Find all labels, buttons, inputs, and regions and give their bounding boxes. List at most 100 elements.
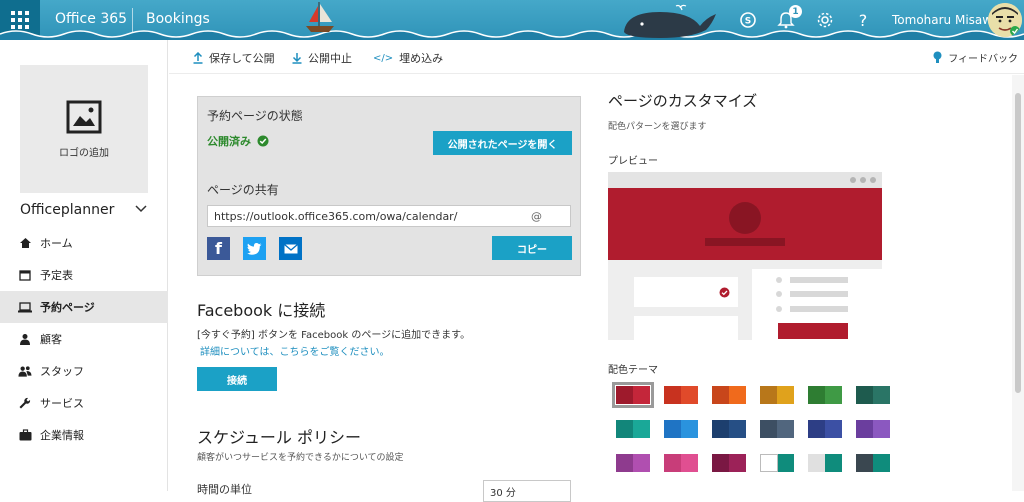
color-theme-swatch[interactable] <box>855 385 891 405</box>
sidebar-item-booking-page[interactable]: 予約ページ <box>0 291 168 323</box>
open-published-page-button[interactable]: 公開されたページを開く <box>433 131 572 155</box>
image-icon <box>66 100 102 133</box>
skype-icon[interactable]: S <box>736 8 760 32</box>
feedback-button[interactable]: フィードバック <box>933 50 1018 65</box>
waffle-icon <box>11 11 29 29</box>
twitter-share-icon[interactable] <box>243 237 266 260</box>
preview-details-card <box>752 269 882 340</box>
color-theme-swatch[interactable] <box>855 453 891 473</box>
sailboat-decoration <box>306 2 334 32</box>
office365-brand[interactable]: Office 365 <box>55 11 127 27</box>
schedule-policy-title: スケジュール ポリシー <box>197 428 361 447</box>
embed-button[interactable]: </> 埋め込み <box>373 50 443 66</box>
color-theme-swatch[interactable] <box>711 385 747 405</box>
color-theme-swatch[interactable] <box>711 453 747 473</box>
color-theme-swatch[interactable] <box>663 453 699 473</box>
unpublish-button[interactable]: 公開中止 <box>292 50 352 66</box>
sidebar-item-label: 企業情報 <box>40 429 84 442</box>
sidebar-item-label: 顧客 <box>40 333 62 346</box>
url-suffix: @ <box>531 210 542 223</box>
color-theme-swatch[interactable] <box>615 453 651 473</box>
preview-avatar <box>729 202 761 234</box>
sidebar-item-staff[interactable]: スタッフ <box>0 355 168 387</box>
help-icon[interactable]: ? <box>851 8 875 32</box>
sidebar-item-label: 予定表 <box>40 269 73 282</box>
preview-book-button <box>778 323 848 339</box>
save-publish-button[interactable]: 保存して公開 <box>193 50 275 66</box>
color-theme-swatch[interactable] <box>855 419 891 439</box>
color-theme-swatch[interactable] <box>663 419 699 439</box>
sidebar-item-home[interactable]: ホーム <box>0 227 168 259</box>
scrollbar-thumb[interactable] <box>1015 93 1021 393</box>
code-icon: </> <box>373 52 394 64</box>
gear-icon[interactable] <box>813 8 837 32</box>
download-icon <box>292 52 302 64</box>
calendar-icon <box>18 268 32 282</box>
embed-label: 埋め込み <box>399 52 444 65</box>
user-name[interactable]: Tomoharu Misawa <box>892 13 999 27</box>
sidebar-item-label: サービス <box>40 397 84 410</box>
check-circle-icon <box>257 135 269 147</box>
person-icon <box>18 332 32 346</box>
schedule-policy-description: 顧客がいつサービスを予約できるかについての設定 <box>197 453 404 463</box>
briefcase-icon <box>18 428 32 442</box>
time-unit-label: 時間の単位 <box>197 483 252 496</box>
business-name[interactable]: Officeplanner <box>20 202 114 218</box>
preview-title-bar <box>705 238 785 246</box>
color-theme-swatch[interactable] <box>759 453 795 473</box>
color-theme-swatch[interactable] <box>615 419 651 439</box>
preview-service-row <box>634 277 738 307</box>
scrollbar[interactable] <box>1012 75 1024 491</box>
unpublish-label: 公開中止 <box>308 52 352 65</box>
status-title: 予約ページの状態 <box>207 109 303 123</box>
time-unit-select[interactable]: 30 分 <box>483 480 571 502</box>
chevron-down-icon[interactable] <box>134 204 148 214</box>
facebook-details-link[interactable]: 詳細については、こちらをご覧ください。 <box>200 343 390 358</box>
notification-badge: 1 <box>789 5 802 18</box>
add-logo-label: ロゴの追加 <box>59 147 109 159</box>
sidebar-item-label: スタッフ <box>40 365 84 378</box>
lightbulb-icon <box>933 51 942 64</box>
app-name[interactable]: Bookings <box>146 11 210 27</box>
sidebar-item-customers[interactable]: 顧客 <box>0 323 168 355</box>
share-title: ページの共有 <box>207 183 279 197</box>
add-logo-button[interactable]: ロゴの追加 <box>20 65 148 193</box>
color-theme-swatch[interactable] <box>807 453 843 473</box>
home-icon <box>18 236 32 250</box>
sidebar: ロゴの追加 Officeplanner ホーム 予定表 予約ページ 顧客 スタッ… <box>0 40 168 491</box>
theme-preview <box>608 172 882 340</box>
color-theme-swatch[interactable] <box>612 382 654 408</box>
customize-subtitle: 配色パターンを選びます <box>608 122 707 132</box>
facebook-description: [今すぐ予約] ボタンを Facebook のページに追加できます。 <box>197 330 471 341</box>
preview-header <box>608 188 882 260</box>
copy-button[interactable]: コピー <box>492 236 572 260</box>
connect-facebook-button[interactable]: 接続 <box>197 367 277 391</box>
save-publish-label: 保存して公開 <box>209 52 275 65</box>
customize-title: ページのカスタマイズ <box>608 92 758 110</box>
svg-text:S: S <box>745 17 751 27</box>
color-theme-swatch[interactable] <box>807 385 843 405</box>
email-share-icon[interactable] <box>279 237 302 260</box>
upload-icon <box>193 52 203 64</box>
sidebar-item-services[interactable]: サービス <box>0 387 168 419</box>
booking-url-field[interactable]: https://outlook.office365.com/owa/calend… <box>207 205 571 227</box>
feedback-label: フィードバック <box>948 54 1018 65</box>
color-theme-swatch[interactable] <box>663 385 699 405</box>
color-theme-swatch[interactable] <box>759 385 795 405</box>
status-text: 公開済み <box>207 135 251 148</box>
color-theme-swatch[interactable] <box>759 419 795 439</box>
people-icon <box>18 364 32 378</box>
booking-url-text: https://outlook.office365.com/owa/calend… <box>214 210 458 223</box>
avatar[interactable] <box>988 3 1022 37</box>
sidebar-item-label: ホーム <box>40 237 73 250</box>
facebook-share-icon[interactable]: f <box>207 237 230 260</box>
sidebar-item-calendar[interactable]: 予定表 <box>0 259 168 291</box>
sidebar-item-business-info[interactable]: 企業情報 <box>0 419 168 451</box>
color-theme-label: 配色テーマ <box>608 365 658 376</box>
sidebar-item-label: 予約ページ <box>40 301 95 314</box>
status-badge: 公開済み <box>207 133 269 149</box>
preview-label: プレビュー <box>608 156 658 167</box>
color-theme-swatch[interactable] <box>807 419 843 439</box>
preview-service-row-2 <box>634 316 738 340</box>
color-theme-swatch[interactable] <box>711 419 747 439</box>
